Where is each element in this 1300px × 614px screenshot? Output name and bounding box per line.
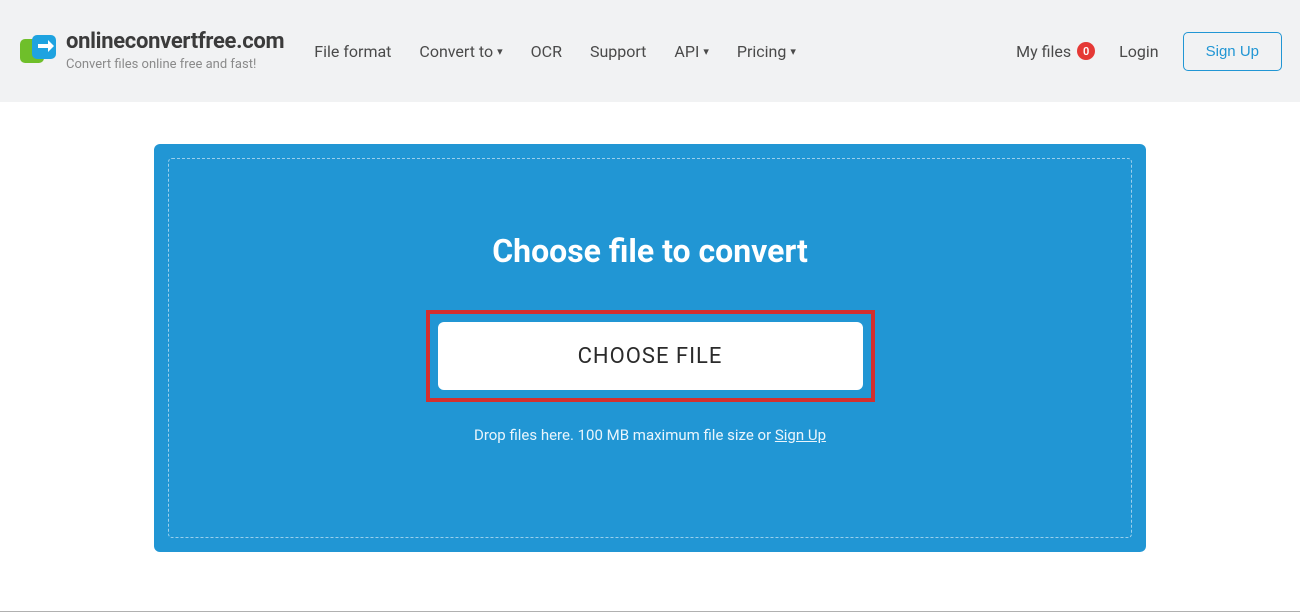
chevron-down-icon: ▾ <box>703 45 709 58</box>
nav-label: Convert to <box>419 42 493 61</box>
nav-convert-to[interactable]: Convert to ▾ <box>419 42 502 61</box>
header: onlineconvertfree.com Convert files onli… <box>0 0 1300 102</box>
choose-file-highlight: CHOOSE FILE <box>426 310 875 402</box>
nav-support[interactable]: Support <box>590 42 646 61</box>
drop-hint-signup-link[interactable]: Sign Up <box>775 426 826 444</box>
nav-label: Pricing <box>737 42 787 61</box>
dropzone-inner: Choose file to convert CHOOSE FILE Drop … <box>168 158 1132 538</box>
nav-api[interactable]: API ▾ <box>674 42 708 61</box>
site-name: onlineconvertfree.com <box>66 29 284 55</box>
logo-text: onlineconvertfree.com Convert files onli… <box>66 29 284 73</box>
dropzone[interactable]: Choose file to convert CHOOSE FILE Drop … <box>154 144 1146 552</box>
footer-divider <box>0 611 1300 612</box>
main: Choose file to convert CHOOSE FILE Drop … <box>0 102 1300 552</box>
my-files-link[interactable]: My files 0 <box>1016 42 1095 61</box>
nav-file-format[interactable]: File format <box>314 42 391 61</box>
nav-label: File format <box>314 42 391 61</box>
tagline: Convert files online free and fast! <box>66 57 284 73</box>
signup-button[interactable]: Sign Up <box>1183 32 1282 71</box>
my-files-badge: 0 <box>1077 42 1095 60</box>
chevron-down-icon: ▾ <box>497 45 503 58</box>
nav-label: Support <box>590 42 646 61</box>
chevron-down-icon: ▾ <box>790 45 796 58</box>
nav-pricing[interactable]: Pricing ▾ <box>737 42 796 61</box>
my-files-label: My files <box>1016 42 1071 61</box>
nav-ocr[interactable]: OCR <box>531 42 562 61</box>
choose-file-button[interactable]: CHOOSE FILE <box>438 322 863 390</box>
nav-label: OCR <box>531 42 562 61</box>
dropzone-title: Choose file to convert <box>492 232 808 270</box>
logo-area[interactable]: onlineconvertfree.com Convert files onli… <box>18 29 284 73</box>
logo-icon <box>18 31 58 71</box>
drop-hint-text: Drop files here. 100 MB maximum file siz… <box>474 426 775 444</box>
drop-hint: Drop files here. 100 MB maximum file siz… <box>474 426 826 444</box>
login-link[interactable]: Login <box>1119 42 1158 61</box>
main-nav: File format Convert to ▾ OCR Support API… <box>314 42 796 61</box>
nav-label: API <box>674 42 699 61</box>
header-right: My files 0 Login Sign Up <box>1016 32 1282 71</box>
